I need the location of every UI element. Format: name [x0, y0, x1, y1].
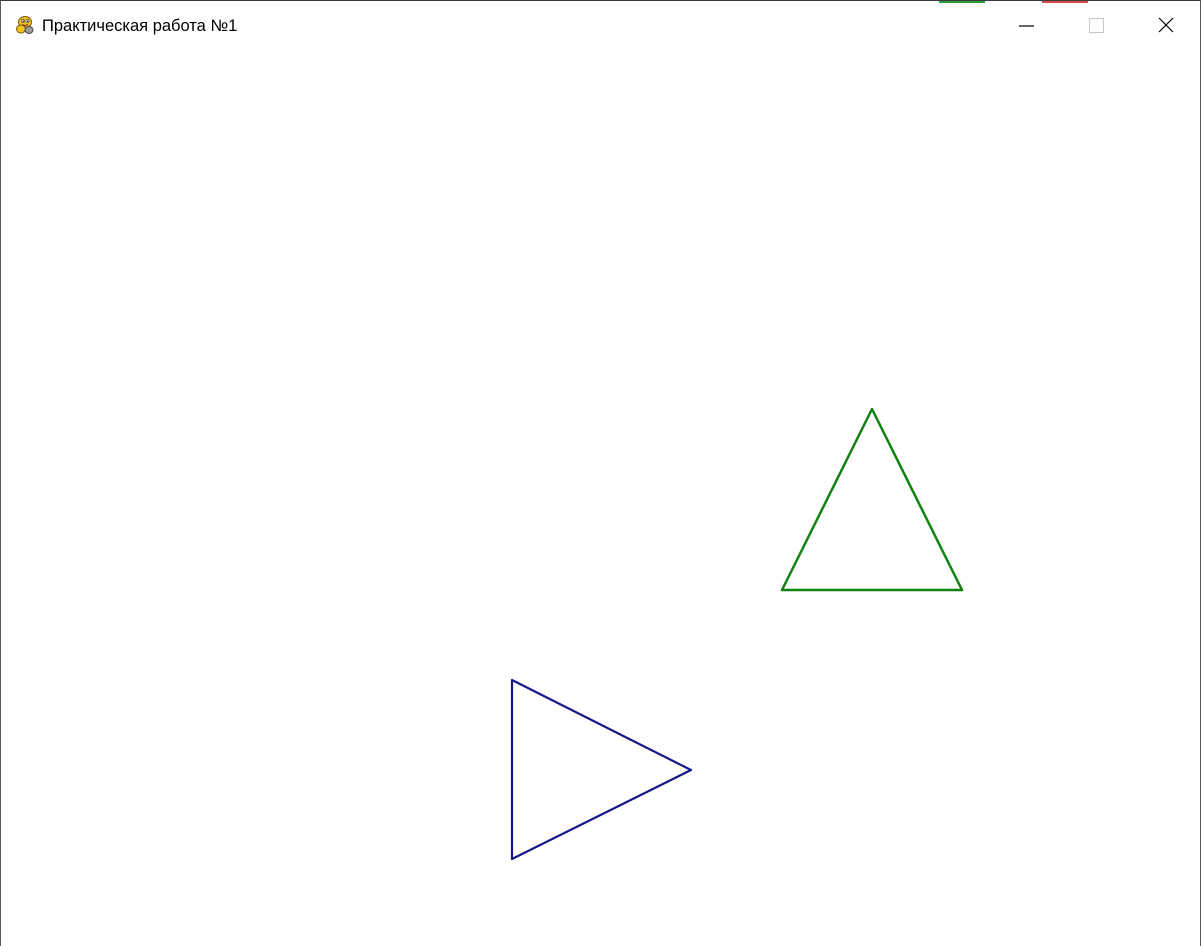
pygame-snake-icon — [14, 14, 36, 36]
minimize-button[interactable] — [992, 1, 1061, 51]
minimize-icon — [1019, 25, 1034, 27]
canvas-surface — [510, 407, 964, 861]
close-button[interactable] — [1131, 1, 1200, 51]
title-bar[interactable]: Практическая работа №1 — [1, 1, 1200, 51]
drawing-canvas — [1, 51, 1200, 946]
maximize-icon — [1088, 17, 1105, 34]
taskbar-accent-green — [939, 1, 985, 3]
maximize-button[interactable] — [1061, 1, 1130, 51]
window-title: Практическая работа №1 — [42, 17, 238, 35]
blue-triangle — [510, 678, 693, 861]
green-triangle — [780, 407, 964, 592]
app-window: Практическая работа №1 — [0, 0, 1201, 946]
close-icon — [1158, 17, 1174, 33]
